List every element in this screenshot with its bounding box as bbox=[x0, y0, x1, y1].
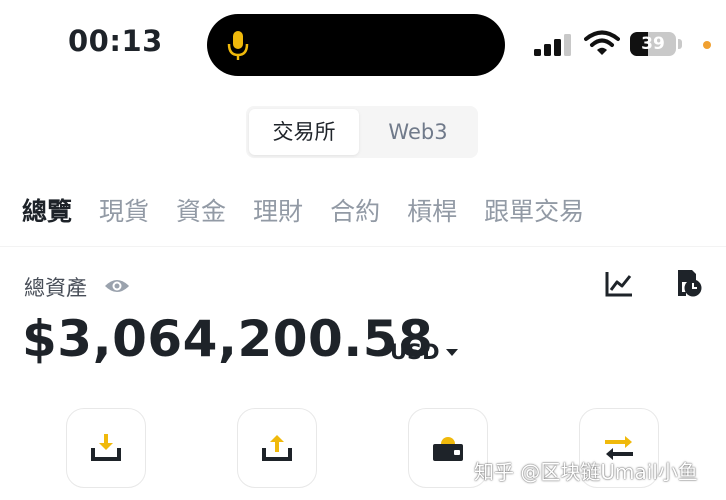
tab-overview[interactable]: 總覽 bbox=[22, 192, 72, 228]
exchange-web3-switch: 交易所 Web3 bbox=[246, 106, 478, 158]
currency-selector[interactable]: USD bbox=[390, 340, 458, 364]
wifi-icon bbox=[584, 30, 620, 55]
status-time: 00:13 bbox=[68, 24, 163, 58]
battery-level: 39 bbox=[641, 34, 665, 54]
tab-copy-trading[interactable]: 跟單交易 bbox=[484, 192, 584, 228]
total-assets-label: 總資產 bbox=[24, 276, 87, 300]
wallet-icon bbox=[433, 437, 463, 461]
tab-funding[interactable]: 資金 bbox=[176, 192, 226, 228]
tabs-divider bbox=[0, 246, 726, 247]
battery-icon: 39 bbox=[630, 32, 676, 56]
watermark: 知乎 @区块链Umail小鱼 bbox=[474, 460, 698, 484]
tab-earn[interactable]: 理財 bbox=[253, 192, 303, 228]
deposit-icon bbox=[91, 434, 121, 461]
chart-icon[interactable] bbox=[604, 270, 634, 298]
deposit-button[interactable] bbox=[66, 408, 146, 488]
tab-margin[interactable]: 槓桿 bbox=[407, 192, 457, 228]
segment-web3[interactable]: Web3 bbox=[362, 109, 474, 155]
signal-icon bbox=[534, 34, 571, 56]
microphone-icon bbox=[227, 31, 249, 60]
withdraw-icon bbox=[262, 435, 292, 461]
tab-spot[interactable]: 現貨 bbox=[99, 192, 149, 228]
segment-exchange[interactable]: 交易所 bbox=[249, 109, 359, 155]
history-icon[interactable] bbox=[673, 268, 703, 298]
privacy-indicator bbox=[703, 41, 711, 49]
wallet-tabs: 總覽 現貨 資金 理財 合約 槓桿 跟單交易 bbox=[22, 192, 584, 228]
caret-down-icon bbox=[445, 348, 458, 356]
battery-tip bbox=[678, 39, 682, 49]
currency-label: USD bbox=[390, 340, 440, 364]
eye-icon[interactable] bbox=[104, 276, 130, 296]
dynamic-island bbox=[207, 14, 505, 76]
tab-futures[interactable]: 合約 bbox=[330, 192, 380, 228]
withdraw-button[interactable] bbox=[237, 408, 317, 488]
total-balance: $3,064,200.58 bbox=[22, 310, 434, 368]
